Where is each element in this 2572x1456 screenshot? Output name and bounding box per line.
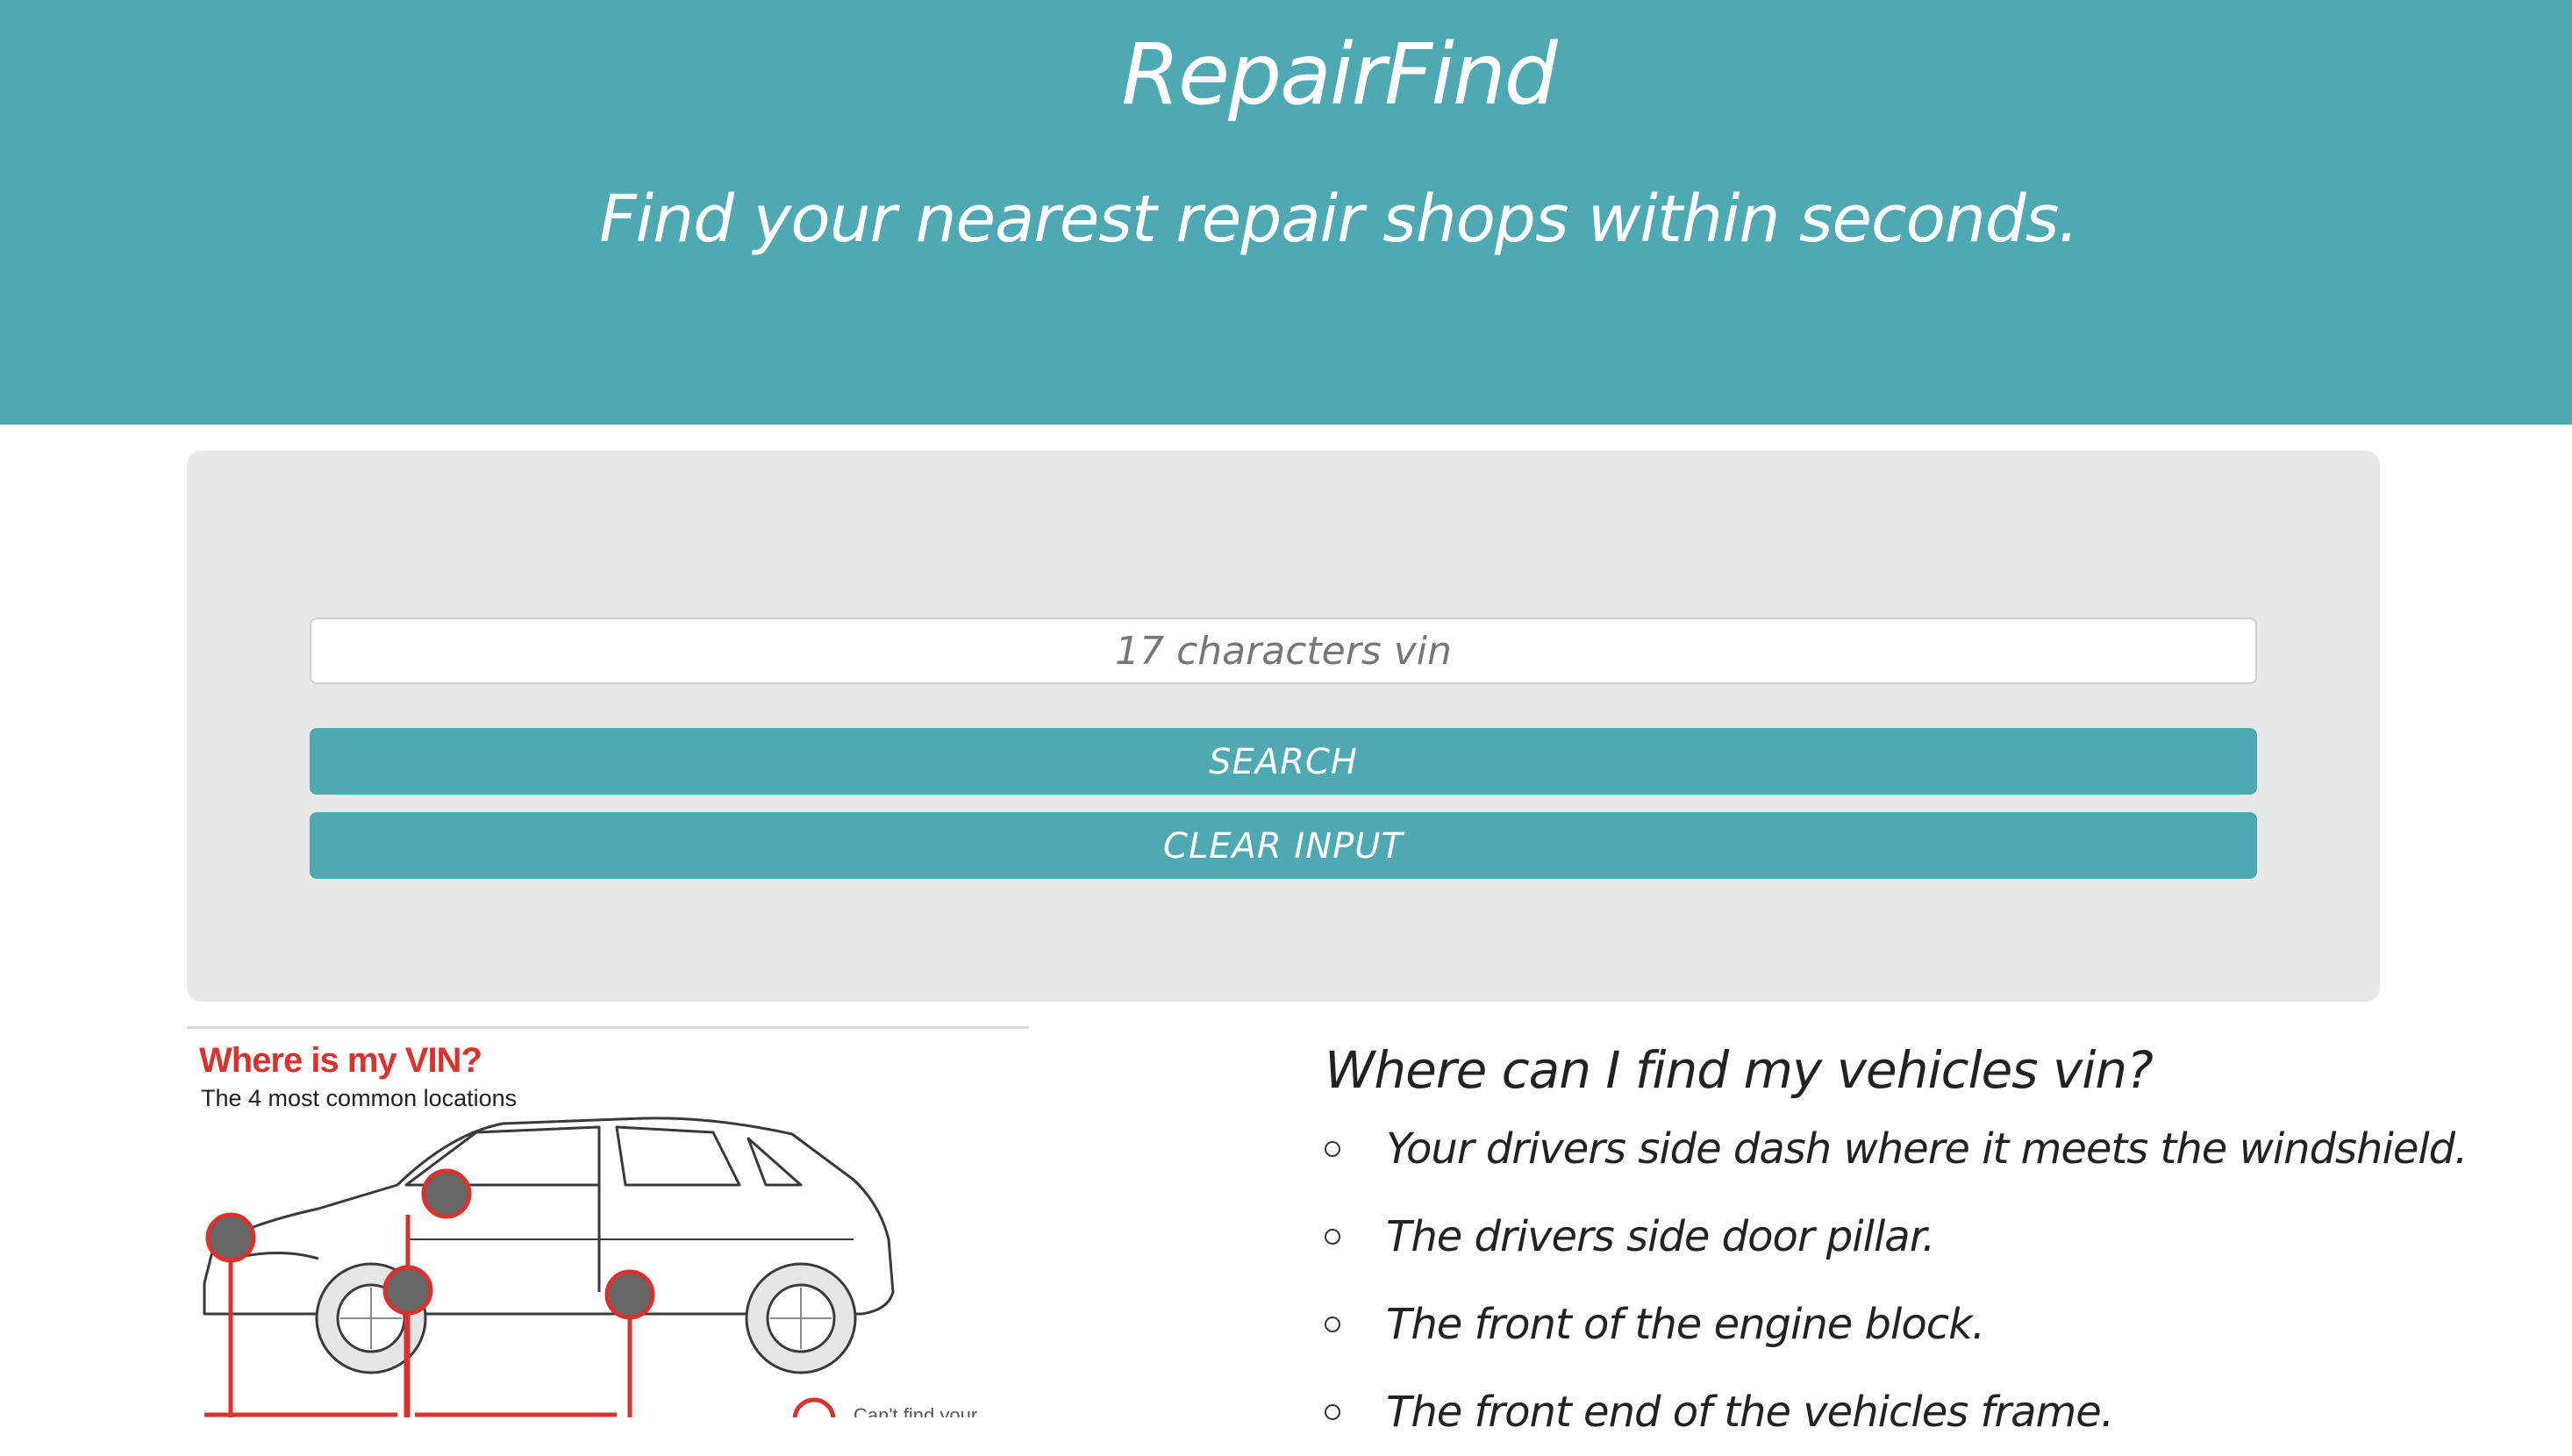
figure-subtitle: The 4 most common locations [201,1085,518,1111]
list-item-text: Your drivers side dash where it meets th… [1386,1124,2468,1174]
list-item: Your drivers side dash where it meets th… [1325,1105,2468,1193]
info-heading: Where can I find my vehicles vin? [1325,1040,2154,1100]
list-item: The front end of the vehicles frame. [1325,1368,2377,1456]
tagline: Find your nearest repair shops within se… [599,182,2079,257]
vin-location-image: Where is my VIN? The 4 most common locat… [187,1026,1029,1417]
vin-locations-info: Where can I find my vehicles vin? Your d… [1325,1035,2468,1456]
vin-input[interactable] [310,617,2257,684]
bullet-circle-icon [1325,1229,1340,1245]
list-item: The front of the engine block. [1325,1281,2377,1368]
list-item-text: The front of the engine block. [1386,1300,1985,1349]
list-item-text: The front end of the vehicles frame. [1386,1388,2114,1437]
clear-input-button[interactable]: CLEAR INPUT [310,812,2257,879]
vin-locations-list: Your drivers side dash where it meets th… [1325,1105,2468,1456]
search-panel: SEARCH CLEAR INPUT [187,451,2380,1002]
list-item-text: The drivers side door pillar. [1386,1212,1935,1261]
bullet-circle-icon [1325,1404,1340,1420]
list-item: The drivers side door pillar. [1325,1193,2377,1281]
bullet-circle-icon [1325,1317,1340,1332]
bullet-circle-icon [1325,1141,1340,1157]
search-button[interactable]: SEARCH [310,728,2257,795]
hero-banner: RepairFind Find your nearest repair shop… [0,0,2572,425]
figure-footnote: Can't find your [854,1404,978,1417]
brand-title: RepairFind [1121,25,1557,124]
figure-title: Where is my VIN? [199,1041,482,1080]
